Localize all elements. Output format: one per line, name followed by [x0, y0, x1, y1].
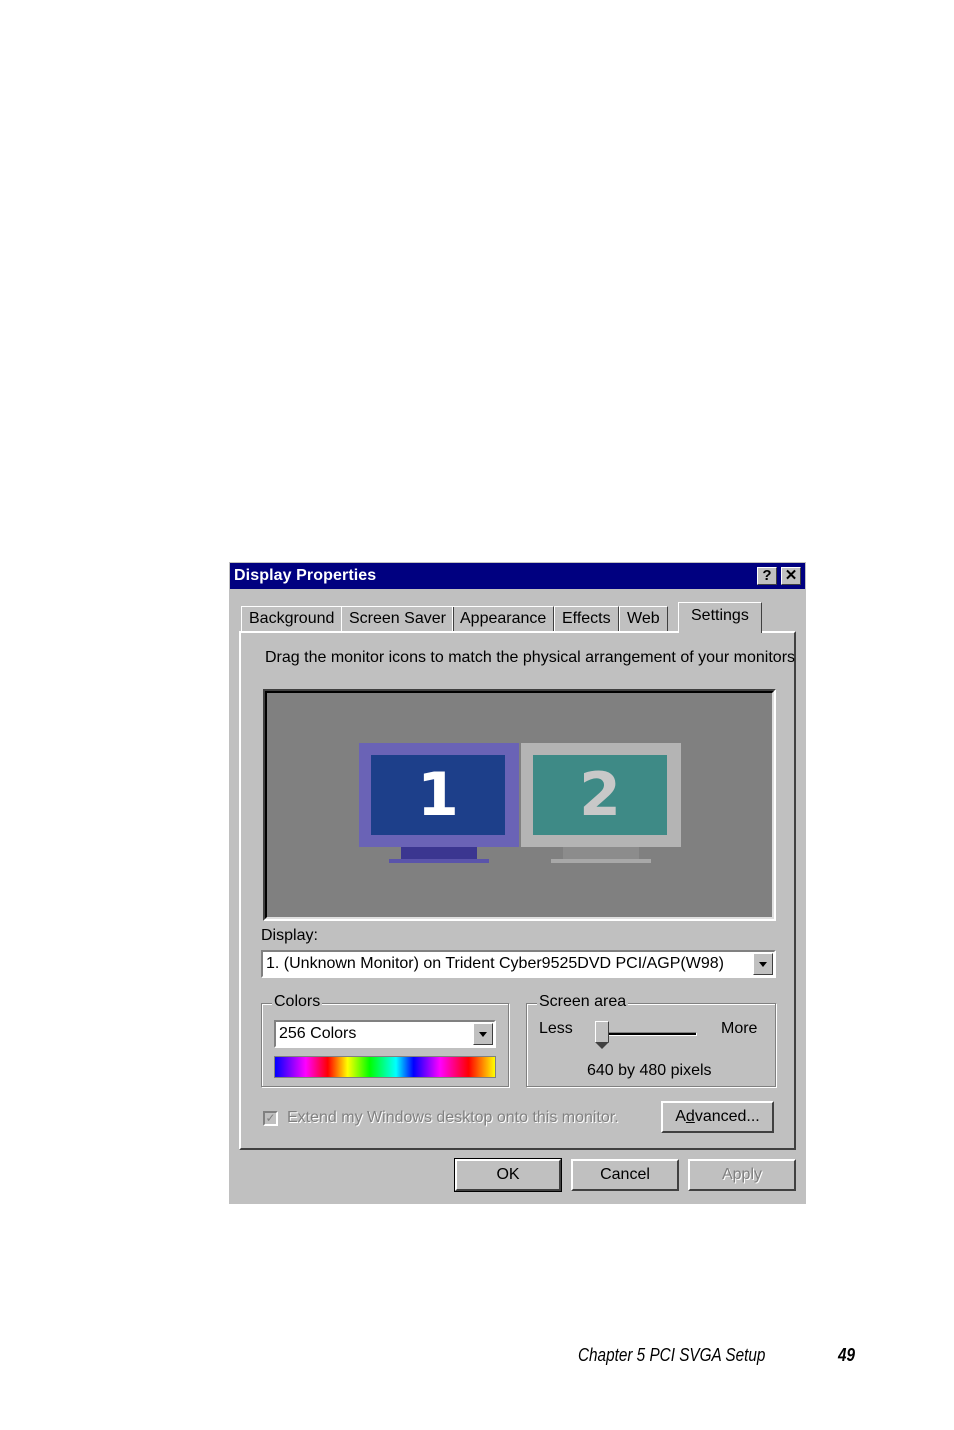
monitor-1-icon[interactable]: 1	[359, 743, 519, 867]
window-title: Display Properties	[234, 567, 377, 584]
advanced-label-pre: A	[675, 1108, 686, 1125]
resolution-text: 640 by 480 pixels	[587, 1062, 712, 1079]
colors-select-value: 256 Colors	[279, 1025, 357, 1042]
monitor-arrangement-area: 1 2	[263, 689, 776, 921]
page-number: 49	[838, 1345, 856, 1365]
colors-select[interactable]: 256 Colors	[274, 1020, 496, 1048]
colors-group: Colors 256 Colors	[261, 993, 509, 1087]
settings-panel: Drag the monitor icons to match the phys…	[239, 631, 796, 1150]
display-select-value: 1. (Unknown Monitor) on Trident Cyber952…	[266, 955, 724, 972]
tab-web[interactable]: Web	[619, 606, 668, 632]
display-select[interactable]: 1. (Unknown Monitor) on Trident Cyber952…	[261, 950, 776, 978]
checkmark-icon: ✓	[265, 1111, 276, 1125]
screen-area-group: Screen area Less More 640 by 480 pixels	[526, 993, 776, 1087]
close-button[interactable]: ✕	[781, 567, 801, 585]
chevron-down-icon[interactable]	[473, 1023, 493, 1045]
advanced-button[interactable]: Advanced...	[661, 1101, 774, 1133]
monitor-1-number: 1	[371, 755, 505, 835]
screen-area-group-title: Screen area	[537, 993, 629, 1011]
close-icon: ✕	[784, 567, 798, 584]
screen-area-slider-thumb[interactable]	[595, 1021, 609, 1049]
help-button[interactable]: ?	[757, 567, 777, 585]
extend-desktop-checkbox[interactable]: ✓	[263, 1111, 278, 1126]
display-label: Display:	[261, 927, 318, 944]
monitor-2-icon[interactable]: 2	[521, 743, 681, 867]
more-label: More	[721, 1020, 758, 1037]
less-label: Less	[539, 1020, 573, 1037]
display-properties-dialog: Display Properties ? ✕ Background Screen…	[229, 562, 806, 1204]
tab-appearance[interactable]: Appearance	[452, 606, 555, 632]
cancel-button[interactable]: Cancel	[571, 1159, 679, 1191]
tab-strip: Background Screen Saver Appearance Effec…	[241, 602, 801, 633]
arrangement-instruction: Drag the monitor icons to match the phys…	[265, 649, 796, 666]
title-bar[interactable]: Display Properties ? ✕	[230, 563, 805, 589]
color-spectrum-preview	[274, 1056, 496, 1078]
extend-desktop-label: Extend my Windows desktop onto this moni…	[287, 1109, 619, 1126]
tab-effects[interactable]: Effects	[554, 606, 619, 632]
advanced-label-accel: d	[685, 1108, 695, 1125]
chevron-down-icon[interactable]	[753, 953, 773, 975]
tab-background[interactable]: Background	[241, 606, 343, 632]
colors-group-title: Colors	[272, 993, 323, 1011]
ok-button[interactable]: OK	[454, 1158, 562, 1192]
tab-settings[interactable]: Settings	[678, 602, 762, 633]
tab-screen-saver[interactable]: Screen Saver	[341, 606, 454, 632]
help-icon: ?	[762, 567, 772, 584]
monitor-2-number: 2	[533, 755, 667, 835]
screen-area-slider-track[interactable]	[607, 1032, 697, 1036]
advanced-label-post: vanced...	[694, 1108, 760, 1125]
chapter-footer: Chapter 5 PCI SVGA Setup	[578, 1345, 766, 1365]
apply-button[interactable]: Apply	[688, 1159, 796, 1191]
